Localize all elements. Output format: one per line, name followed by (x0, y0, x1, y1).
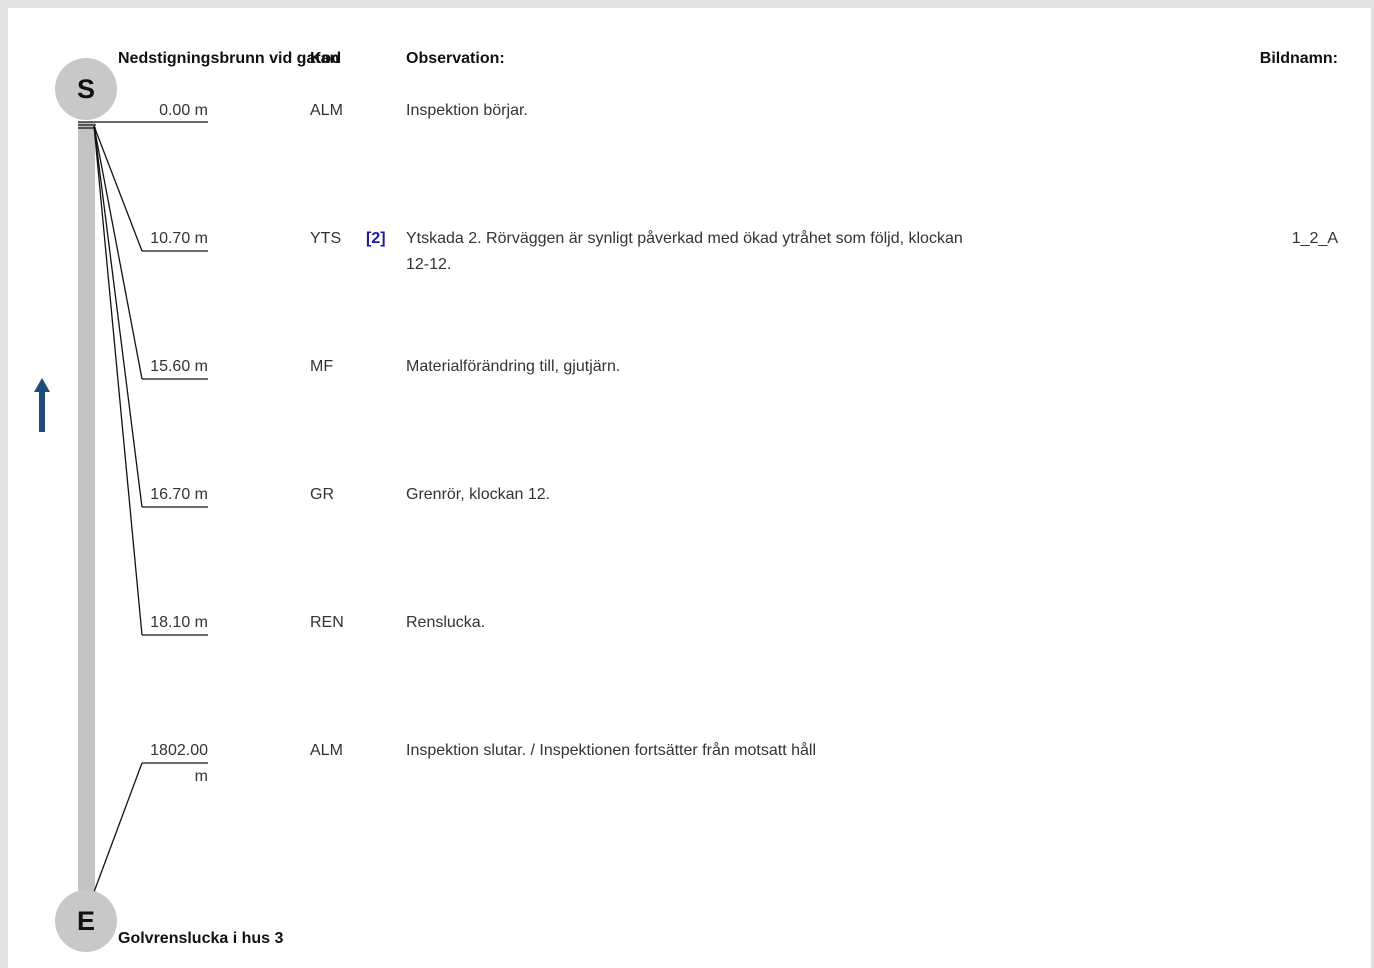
row-code: REN (310, 614, 344, 631)
end-node: E (55, 890, 117, 952)
row-observation: Renslucka. (406, 614, 486, 631)
row-distance: 16.70 m (150, 486, 208, 503)
row-observation: Materialförändring till, gjutjärn. (406, 358, 621, 375)
row-observation-link[interactable]: Ytskada 2. Rörväggen är synligt påverkad… (406, 226, 981, 278)
row-distance: 1802.00 m (150, 742, 208, 785)
row-code: ALM (310, 742, 343, 759)
row-code: GR (310, 486, 334, 503)
row-distance: 10.70 m (150, 230, 208, 247)
end-manhole-name: Golvrenslucka i hus 3 (118, 930, 284, 947)
inspection-report-page: Nedstigningsbrunn vid gatan Kod Observat… (8, 8, 1371, 968)
row-image-name: 1_2_A (1291, 230, 1338, 247)
row-observation: Grenrör, klockan 12. (406, 486, 551, 503)
row-observation: Inspektion slutar. / Inspektionen fortsä… (406, 742, 816, 759)
arrow-up-icon (34, 378, 50, 432)
row-observation: Inspektion börjar. (406, 102, 528, 119)
row-code: MF (310, 358, 334, 375)
row-code: YTS (310, 230, 342, 247)
row-distance: 18.10 m (150, 614, 208, 631)
row-grade: [2] (366, 230, 386, 247)
row-distance: 0.00 m (159, 102, 208, 119)
row-code: ALM (310, 102, 343, 119)
row-distance: 15.60 m (150, 358, 208, 375)
